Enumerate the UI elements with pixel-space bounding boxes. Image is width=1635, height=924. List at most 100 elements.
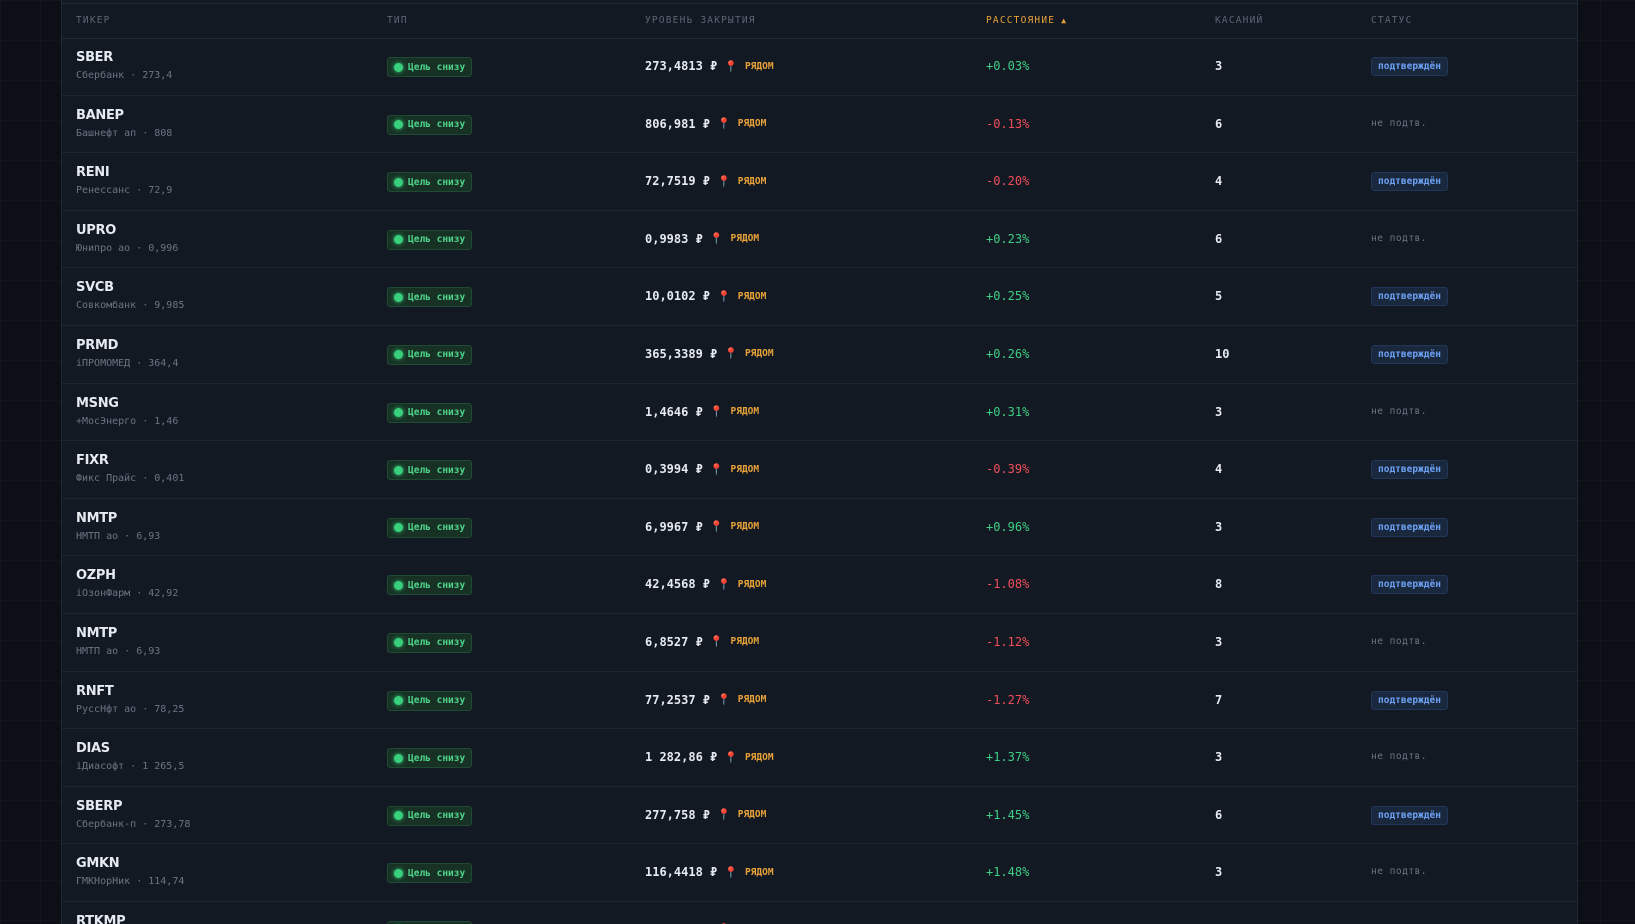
levels-table-panel: ТИКЕР ТИП УРОВЕНЬ ЗАКРЫТИЯ РАССТОЯНИЕ ▲ К… [61,0,1578,924]
table-header: ТИКЕР ТИП УРОВЕНЬ ЗАКРЫТИЯ РАССТОЯНИЕ ▲ К… [62,4,1577,39]
ticker-symbol: PRMD [76,337,119,353]
close-level: 72,7519 ₽ 📍 РЯДОМ [645,174,766,188]
ticker-subtitle: ГМКНорНик · 114,74 [76,876,185,888]
close-level: 806,981 ₽ 📍 РЯДОМ [645,117,766,131]
table-row[interactable]: NMTP НМТП ао · 6,93 Цель снизу 6,9967 ₽ … [62,499,1577,557]
green-dot-icon [394,638,403,648]
column-distance-label: РАССТОЯНИЕ [986,15,1056,26]
map-pin-icon: 📍 [717,174,731,188]
table-row[interactable]: SVCB Совкомбанк · 9,985 Цель снизу 10,01… [62,268,1577,326]
table-row[interactable]: GMKN ГМКНорНик · 114,74 Цель снизу 116,4… [62,844,1577,902]
column-type[interactable]: ТИП [387,15,408,26]
distance-value: +0.23% [986,231,1030,246]
table-row[interactable]: BANEP Башнефт ап · 808 Цель снизу 806,98… [62,96,1577,154]
ticker-symbol: RNFT [76,683,114,699]
table-row[interactable]: OZPH iОзонФарм · 42,92 Цель снизу 42,456… [62,556,1577,614]
close-level: 277,758 ₽ 📍 РЯДОМ [645,808,766,822]
close-level: 6,9967 ₽ 📍 РЯДОМ [645,520,759,534]
ticker-symbol: SBERP [76,798,123,814]
close-level: 1 282,86 ₽ 📍 РЯДОМ [645,750,774,764]
type-badge: Цель снизу [387,805,473,826]
map-pin-icon: 📍 [717,289,731,303]
map-pin-icon: 📍 [709,232,724,246]
column-distance[interactable]: РАССТОЯНИЕ ▲ [986,15,1067,26]
touches-count: 10 [1215,346,1230,361]
ticker-symbol: DIAS [76,741,110,757]
green-dot-icon [394,235,403,245]
ticker-symbol: RENI [76,165,110,181]
column-status[interactable]: СТАТУС [1371,15,1413,26]
table-row[interactable]: MSNG +МосЭнерго · 1,46 Цель снизу 1,4646… [62,384,1577,442]
type-badge-label: Цель снизу [408,637,466,649]
table-row[interactable]: DIAS iДиасофт · 1 265,5 Цель снизу 1 282… [62,729,1577,787]
table-row[interactable]: RTKMP Ростел -ап · 42,4 Цель снизу 41,42… [62,902,1577,924]
distance-value: +1.45% [986,807,1030,822]
status-badge: не подтв. [1371,866,1427,878]
table-row[interactable]: FIXR Фикс Прайс · 0,401 Цель снизу 0,399… [62,441,1577,499]
near-label: РЯДОМ [737,290,767,302]
close-level: 42,4568 ₽ 📍 РЯДОМ [645,577,766,591]
column-ticker[interactable]: ТИКЕР [76,15,111,26]
column-level[interactable]: УРОВЕНЬ ЗАКРЫТИЯ [645,15,756,26]
ticker-symbol: NMTP [76,625,118,641]
close-level-value: 806,981 ₽ [645,116,711,131]
ticker-symbol: BANEP [76,107,124,123]
type-badge-label: Цель снизу [408,867,466,879]
distance-value: -1.12% [986,634,1030,649]
column-touches[interactable]: КАСАНИЙ [1215,15,1263,26]
close-level: 6,8527 ₽ 📍 РЯДОМ [645,635,759,649]
map-pin-icon: 📍 [709,520,724,534]
touches-count: 6 [1215,807,1223,822]
close-level: 0,3994 ₽ 📍 РЯДОМ [645,462,759,476]
table-row[interactable]: SBERP Сбербанк-п · 273,78 Цель снизу 277… [62,787,1577,845]
status-badge: не подтв. [1371,635,1427,647]
ticker-subtitle: iПРОМОМЕД · 364,4 [76,357,179,369]
close-level: 365,3389 ₽ 📍 РЯДОМ [645,347,774,361]
near-label: РЯДОМ [737,578,767,590]
table-row[interactable]: PRMD iПРОМОМЕД · 364,4 Цель снизу 365,33… [62,326,1577,384]
touches-count: 4 [1215,174,1223,189]
near-label: РЯДОМ [730,636,760,648]
touches-count: 3 [1215,59,1223,73]
ticker-subtitle: iОзонФарм · 42,92 [76,588,179,600]
touches-count: 8 [1215,577,1223,592]
distance-value: +0.03% [986,59,1030,73]
ticker-subtitle: НМТП ао · 6,93 [76,530,161,542]
ticker-subtitle: Сбербанк-п · 273,78 [76,818,191,830]
table-body: SBER Сбербанк · 273,4 Цель снизу 273,481… [62,38,1577,924]
close-level-value: 273,4813 ₽ [645,59,718,73]
ticker-subtitle: Совкомбанк · 9,985 [76,300,185,312]
near-label: РЯДОМ [737,694,767,706]
type-badge-label: Цель снизу [408,407,466,419]
table-row[interactable]: NMTP НМТП ао · 6,93 Цель снизу 6,8527 ₽ … [62,614,1577,672]
table-row[interactable]: RENI Ренессанс · 72,9 Цель снизу 72,7519… [62,153,1577,211]
close-level-value: 10,0102 ₽ [645,289,711,304]
table-row[interactable]: SBER Сбербанк · 273,4 Цель снизу 273,481… [62,38,1577,96]
distance-value: -1.27% [986,692,1030,707]
green-dot-icon [394,62,403,72]
map-pin-icon: 📍 [724,865,738,879]
close-level-value: 77,2537 ₽ [645,692,711,707]
type-badge: Цель снизу [387,863,473,884]
table-row[interactable]: RNFT РуссНфт ао · 78,25 Цель снизу 77,25… [62,672,1577,730]
close-level-value: 116,4418 ₽ [645,865,718,880]
touches-count: 7 [1215,692,1223,707]
ticker-subtitle: +МосЭнерго · 1,46 [76,415,179,427]
touches-count: 3 [1215,865,1223,880]
table-row[interactable]: UPRO Юнипро ао · 0,996 Цель снизу 0,9983… [62,211,1577,269]
touches-count: 5 [1215,289,1223,304]
close-level: 0,9983 ₽ 📍 РЯДОМ [645,232,759,246]
status-badge: подтверждён [1371,287,1448,307]
type-badge: Цель снизу [387,344,473,365]
near-label: РЯДОМ [730,463,760,475]
map-pin-icon: 📍 [709,405,724,419]
touches-count: 3 [1215,750,1223,765]
close-level-value: 1,4646 ₽ [645,404,703,419]
status-badge: не подтв. [1371,405,1427,417]
close-level-value: 6,8527 ₽ [645,634,703,649]
distance-value: -0.20% [986,174,1030,189]
distance-value: +1.37% [986,750,1030,765]
type-badge: Цель снизу [387,57,473,77]
type-badge-label: Цель снизу [408,291,466,303]
map-pin-icon: 📍 [717,117,731,131]
